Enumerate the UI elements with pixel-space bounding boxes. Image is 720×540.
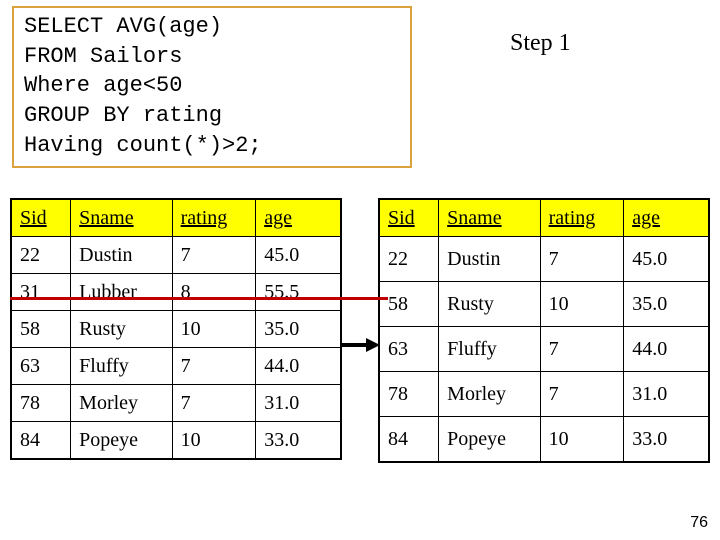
cell: Rusty (439, 282, 540, 327)
cell: 22 (379, 237, 439, 282)
cell: 44.0 (624, 327, 709, 372)
cell: Morley (439, 372, 540, 417)
col-sid: Sid (379, 199, 439, 237)
sql-query-box: SELECT AVG(age) FROM Sailors Where age<5… (12, 6, 412, 168)
table-row: 63 Fluffy 7 44.0 (379, 327, 709, 372)
col-sname: Sname (439, 199, 540, 237)
cell: 10 (172, 311, 256, 348)
cell: 33.0 (256, 422, 341, 460)
cell: 10 (540, 417, 624, 463)
tables-row: Sid Sname rating age 22 Dustin 7 45.0 31… (10, 198, 710, 463)
cell: 22 (11, 237, 71, 274)
cell: 78 (11, 385, 71, 422)
sql-line: GROUP BY rating (24, 101, 400, 131)
cell: 7 (540, 237, 624, 282)
table-row: 22 Dustin 7 45.0 (379, 237, 709, 282)
sql-line: SELECT AVG(age) (24, 12, 400, 42)
cell: 7 (540, 372, 624, 417)
cell: 31.0 (624, 372, 709, 417)
cell: Popeye (71, 422, 172, 460)
table-row: 31 Lubber 8 55.5 (11, 274, 341, 311)
table-row: 78 Morley 7 31.0 (379, 372, 709, 417)
table-header-row: Sid Sname rating age (379, 199, 709, 237)
cell: 84 (11, 422, 71, 460)
cell: Rusty (71, 311, 172, 348)
cell: 35.0 (624, 282, 709, 327)
cell: 8 (172, 274, 256, 311)
table-row: 78 Morley 7 31.0 (11, 385, 341, 422)
result-table: Sid Sname rating age 22 Dustin 7 45.0 58… (378, 198, 710, 463)
cell: Fluffy (71, 348, 172, 385)
strikethrough-line (10, 297, 388, 300)
cell: 7 (172, 237, 256, 274)
sql-line: Where age<50 (24, 71, 400, 101)
cell: 31.0 (256, 385, 341, 422)
cell: 10 (540, 282, 624, 327)
cell: 58 (379, 282, 439, 327)
col-age: age (256, 199, 341, 237)
cell: Fluffy (439, 327, 540, 372)
source-table: Sid Sname rating age 22 Dustin 7 45.0 31… (10, 198, 342, 460)
col-sid: Sid (11, 199, 71, 237)
step-label: Step 1 (510, 30, 571, 57)
cell: Popeye (439, 417, 540, 463)
table-row: 58 Rusty 10 35.0 (379, 282, 709, 327)
col-sname: Sname (71, 199, 172, 237)
cell: 45.0 (624, 237, 709, 282)
cell: 31 (11, 274, 71, 311)
cell: 44.0 (256, 348, 341, 385)
sql-line: Having count(*)>2; (24, 131, 400, 161)
table-header-row: Sid Sname rating age (11, 199, 341, 237)
cell: 7 (172, 348, 256, 385)
cell: Lubber (71, 274, 172, 311)
cell: 78 (379, 372, 439, 417)
cell: 55.5 (256, 274, 341, 311)
cell: Dustin (71, 237, 172, 274)
cell: 45.0 (256, 237, 341, 274)
col-rating: rating (540, 199, 624, 237)
page-number: 76 (690, 514, 708, 532)
cell: 33.0 (624, 417, 709, 463)
cell: 63 (11, 348, 71, 385)
table-row: 58 Rusty 10 35.0 (11, 311, 341, 348)
sql-line: FROM Sailors (24, 42, 400, 72)
cell: 35.0 (256, 311, 341, 348)
table-row: 63 Fluffy 7 44.0 (11, 348, 341, 385)
arrow-right-icon (342, 338, 380, 352)
cell: 63 (379, 327, 439, 372)
cell: 7 (540, 327, 624, 372)
cell: 58 (11, 311, 71, 348)
cell: Morley (71, 385, 172, 422)
table-row: 22 Dustin 7 45.0 (11, 237, 341, 274)
cell: 84 (379, 417, 439, 463)
col-rating: rating (172, 199, 256, 237)
cell: 7 (172, 385, 256, 422)
cell: Dustin (439, 237, 540, 282)
table-row: 84 Popeye 10 33.0 (379, 417, 709, 463)
cell: 10 (172, 422, 256, 460)
table-row: 84 Popeye 10 33.0 (11, 422, 341, 460)
col-age: age (624, 199, 709, 237)
